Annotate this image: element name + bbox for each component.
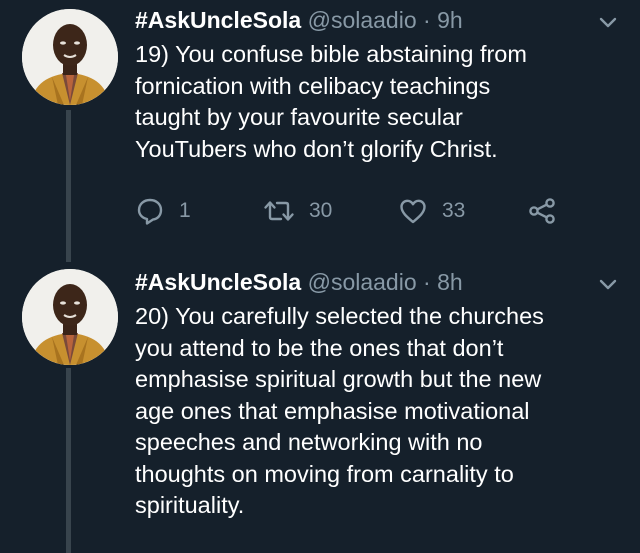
tweet-text-line: fornication with celibacy teachings	[135, 72, 491, 99]
tweet-header: #AskUncleSola @solaadio · 8h	[135, 267, 620, 297]
like-count: 33	[442, 199, 466, 222]
tweet-text-line: 19) You confuse bible abstaining from	[135, 41, 527, 67]
tweet-body: #AskUncleSola @solaadio · 8h 20) You car…	[135, 267, 620, 522]
thread-line	[66, 110, 71, 262]
reply-icon	[135, 196, 165, 226]
chevron-down-icon[interactable]	[596, 273, 620, 297]
retweet-count: 30	[309, 199, 333, 222]
reply-count: 1	[179, 199, 191, 222]
like-icon	[398, 196, 428, 226]
separator-dot: ·	[423, 7, 431, 33]
tweet-text-line: YouTubers who don’t glorify Christ.	[135, 135, 498, 162]
tweet[interactable]: #AskUncleSola @solaadio · 8h 20) You car…	[0, 262, 640, 553]
tweet-text: 20) You carefully selected the churches …	[135, 301, 620, 522]
timestamp[interactable]: 9h	[437, 7, 463, 33]
tweet-actions: 1 30 33	[135, 193, 575, 229]
timestamp[interactable]: 8h	[437, 269, 463, 295]
avatar[interactable]	[22, 9, 118, 105]
thread-line	[66, 368, 71, 553]
tweet-text-line: emphasise spiritual growth but the new	[135, 366, 542, 392]
reply-button[interactable]: 1	[135, 193, 191, 229]
display-name[interactable]: #AskUncleSola	[135, 7, 301, 33]
tweet-text-line: speeches and networking with no	[135, 429, 483, 455]
tweet-header: #AskUncleSola @solaadio · 9h	[135, 5, 620, 35]
tweet-text-line: thoughts on moving from carnality to	[135, 460, 514, 487]
tweet[interactable]: #AskUncleSola @solaadio · 9h 19) You con…	[0, 0, 640, 262]
chevron-down-icon[interactable]	[596, 11, 620, 35]
tweet-text-line: 20) You carefully selected the churches	[135, 303, 544, 329]
avatar[interactable]	[22, 269, 118, 365]
tweet-text-line: taught by your favourite secular	[135, 104, 463, 130]
timeline: #AskUncleSola @solaadio · 9h 19) You con…	[0, 0, 640, 553]
handle[interactable]: @solaadio	[308, 269, 417, 295]
tweet-text-line: you attend to be the ones that don’t	[135, 334, 504, 361]
tweet-text-line: spirituality.	[135, 492, 245, 518]
share-icon	[527, 196, 557, 226]
retweet-icon	[263, 196, 295, 226]
retweet-button[interactable]: 30	[263, 193, 332, 229]
tweet-text-line: age ones that emphasise motivational	[135, 397, 530, 424]
like-button[interactable]: 33	[398, 193, 465, 229]
display-name[interactable]: #AskUncleSola	[135, 269, 301, 295]
tweet-body: #AskUncleSola @solaadio · 9h 19) You con…	[135, 5, 620, 165]
handle[interactable]: @solaadio	[308, 7, 417, 33]
separator-dot: ·	[423, 269, 431, 295]
tweet-text: 19) You confuse bible abstaining from fo…	[135, 39, 620, 165]
share-button[interactable]	[527, 193, 557, 229]
